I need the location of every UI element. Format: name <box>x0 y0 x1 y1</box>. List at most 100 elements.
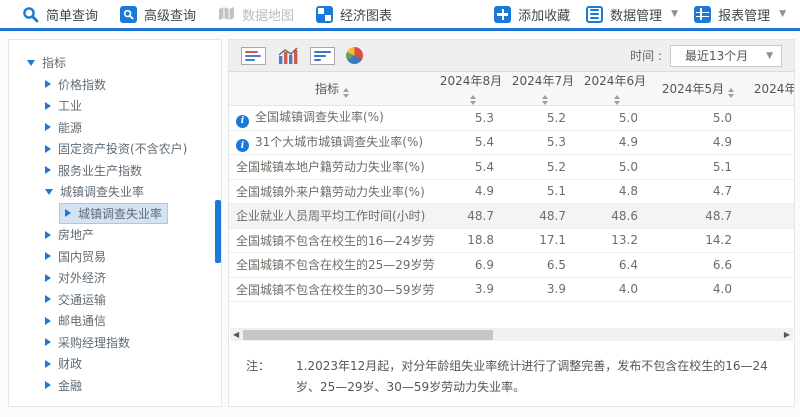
tree-node-label: 城镇调查失业率 <box>60 183 144 200</box>
horizontal-scrollbar-thumb[interactable] <box>243 330 493 340</box>
tree-node-label: 国内贸易 <box>58 248 106 265</box>
indicator-tree: 指标 价格指数 工业 能源 固定资产投资(不含农户) 服务业生产指数 <box>9 52 221 396</box>
sidebar-scrollbar-thumb[interactable] <box>215 200 221 263</box>
cell-value: 17.1 <box>507 228 579 253</box>
sort-icon[interactable] <box>470 95 476 105</box>
cell-value: 48.7 <box>745 204 794 229</box>
tree-node-label: 财政 <box>58 355 82 372</box>
tree-node-foreign-economy[interactable]: 对外经济 <box>9 267 221 289</box>
sort-icon[interactable] <box>343 88 349 98</box>
header-month-label: 2024年4月 <box>754 82 794 96</box>
cell-value: 5.0 <box>579 155 651 180</box>
cell-value: 4.0 <box>579 277 651 302</box>
report-management-menu[interactable]: 报表管理 ▼ <box>694 5 786 24</box>
footnote-label: 注： <box>246 356 270 398</box>
cell-value: 5.3 <box>507 130 579 155</box>
indicator-name: 企业就业人员周平均工作时间(小时) <box>236 209 425 223</box>
triangle-down-icon <box>45 189 53 195</box>
footnote: 注： 1.2023年12月起，对分年龄组失业率统计进行了调整完善，发布不包含在校… <box>229 341 794 398</box>
triangle-right-icon <box>45 338 51 346</box>
bar-chart-view-button[interactable] <box>277 47 299 65</box>
tree-node-label: 城镇调查失业率 <box>78 205 162 222</box>
cell-value: 13.2 <box>579 228 651 253</box>
tree-node-pmi[interactable]: 采购经理指数 <box>9 332 221 354</box>
report-management-label: 报表管理 <box>718 5 770 24</box>
sort-icon[interactable] <box>728 88 734 98</box>
table-row[interactable]: i31个大城市城镇调查失业率(%) 5.4 5.3 4.9 4.9 <box>229 130 794 155</box>
tree-node-service-index[interactable]: 服务业生产指数 <box>9 160 221 182</box>
triangle-right-icon <box>45 252 51 260</box>
triangle-right-icon <box>45 166 51 174</box>
cell-value: 6.9 <box>435 253 507 278</box>
table-row[interactable]: 全国城镇本地户籍劳动力失业率(%) 5.4 5.2 5.0 5.1 <box>229 155 794 180</box>
tree-node-price-index[interactable]: 价格指数 <box>9 74 221 96</box>
header-month-4[interactable]: 2024年5月 <box>651 72 745 106</box>
tree-node-finance[interactable]: 财政 <box>9 353 221 375</box>
tree-node-label: 服务业生产指数 <box>58 162 142 179</box>
header-month-3[interactable]: 2024年6月 <box>579 72 651 106</box>
scroll-left-icon[interactable]: ◀ <box>233 328 239 341</box>
cell-value: 4.8 <box>579 179 651 204</box>
scroll-right-icon[interactable]: ▶ <box>784 328 790 341</box>
table-row[interactable]: 全国城镇不包含在校生的16—24岁劳动力失业率(%) 18.8 17.1 13.… <box>229 228 794 253</box>
tree-node-fixed-investment[interactable]: 固定资产投资(不含农户) <box>9 138 221 160</box>
table-row[interactable]: i全国城镇调查失业率(%) 5.3 5.2 5.0 5.0 <box>229 106 794 131</box>
nav-economic-charts[interactable]: 经济图表 <box>316 5 392 24</box>
nav-simple-query[interactable]: 简单查询 <box>22 5 98 24</box>
tree-node-transportation[interactable]: 交通运输 <box>9 289 221 311</box>
cell-value <box>745 179 794 204</box>
nav-advanced-query-label: 高级查询 <box>144 5 196 24</box>
horizontal-scrollbar[interactable]: ◀ ▶ <box>230 328 793 341</box>
tree-node-post-telecom[interactable]: 邮电通信 <box>9 310 221 332</box>
cell-value: 18.8 <box>435 228 507 253</box>
chevron-down-icon: ▼ <box>779 9 786 19</box>
footnote-text: 1.2023年12月起，对分年龄组失业率统计进行了调整完善，发布不包含在校生的1… <box>296 356 774 398</box>
header-month-2[interactable]: 2024年7月 <box>507 72 579 106</box>
tree-node-survey-unemployment[interactable]: 城镇调查失业率 <box>9 181 221 203</box>
table-row[interactable]: 全国城镇不包含在校生的25—29岁劳动力失业率(%) 6.9 6.5 6.4 6… <box>229 253 794 278</box>
tree-node-root[interactable]: 指标 <box>9 52 221 74</box>
cell-value: 5.4 <box>435 155 507 180</box>
tree-node-label: 交通运输 <box>58 291 106 308</box>
sort-icon[interactable] <box>542 95 548 105</box>
tree-node-banking[interactable]: 金融 <box>9 375 221 397</box>
table-row[interactable]: 企业就业人员周平均工作时间(小时) 48.7 48.7 48.6 48.7 48… <box>229 204 794 229</box>
pie-chart-view-button[interactable] <box>346 47 363 64</box>
data-management-menu[interactable]: 数据管理 ▼ <box>586 5 678 24</box>
info-icon[interactable]: i <box>236 139 249 152</box>
triangle-right-icon <box>65 209 71 217</box>
tree-node-domestic-trade[interactable]: 国内贸易 <box>9 246 221 268</box>
info-icon[interactable]: i <box>236 115 249 128</box>
chevron-down-icon: ▼ <box>766 51 773 61</box>
tree-node-label: 工业 <box>58 97 82 114</box>
cell-value <box>745 130 794 155</box>
triangle-right-icon <box>45 80 51 88</box>
plus-icon <box>494 6 511 23</box>
nav-data-map[interactable]: 数据地图 <box>218 5 294 24</box>
table-row[interactable]: 全国城镇不包含在校生的30—59岁劳动力失业率(%) 3.9 3.9 4.0 4… <box>229 277 794 302</box>
header-indicator[interactable]: 指标 <box>229 72 435 106</box>
table-row[interactable]: 全国城镇外来户籍劳动力失业率(%) 4.9 5.1 4.8 4.7 <box>229 179 794 204</box>
cell-value: 5.0 <box>579 106 651 131</box>
add-favorite-button[interactable]: 添加收藏 <box>494 5 570 24</box>
tree-node-energy[interactable]: 能源 <box>9 117 221 139</box>
cell-value <box>745 277 794 302</box>
cell-value: 48.7 <box>507 204 579 229</box>
sort-icon[interactable] <box>614 95 620 105</box>
triangle-right-icon <box>45 317 51 325</box>
header-month-1[interactable]: 2024年8月 <box>435 72 507 106</box>
header-month-5[interactable]: 2024年4月 <box>745 72 794 106</box>
header-month-label: 2024年7月 <box>512 74 574 88</box>
table-view-button[interactable] <box>241 47 266 65</box>
indicator-tree-panel: 指标 价格指数 工业 能源 固定资产投资(不含农户) 服务业生产指数 <box>8 39 222 407</box>
time-range-select[interactable]: 最近13个月 ▼ <box>670 45 782 67</box>
tree-node-survey-unemployment-child-selected[interactable]: 城镇调查失业率 <box>9 203 221 225</box>
cell-value: 5.2 <box>507 106 579 131</box>
cell-value: 4.7 <box>651 179 745 204</box>
tree-node-real-estate[interactable]: 房地产 <box>9 224 221 246</box>
tree-node-label: 采购经理指数 <box>58 334 130 351</box>
nav-data-map-label: 数据地图 <box>242 5 294 24</box>
hbar-chart-view-button[interactable] <box>310 47 335 65</box>
nav-advanced-query[interactable]: 高级查询 <box>120 5 196 24</box>
tree-node-industry[interactable]: 工业 <box>9 95 221 117</box>
